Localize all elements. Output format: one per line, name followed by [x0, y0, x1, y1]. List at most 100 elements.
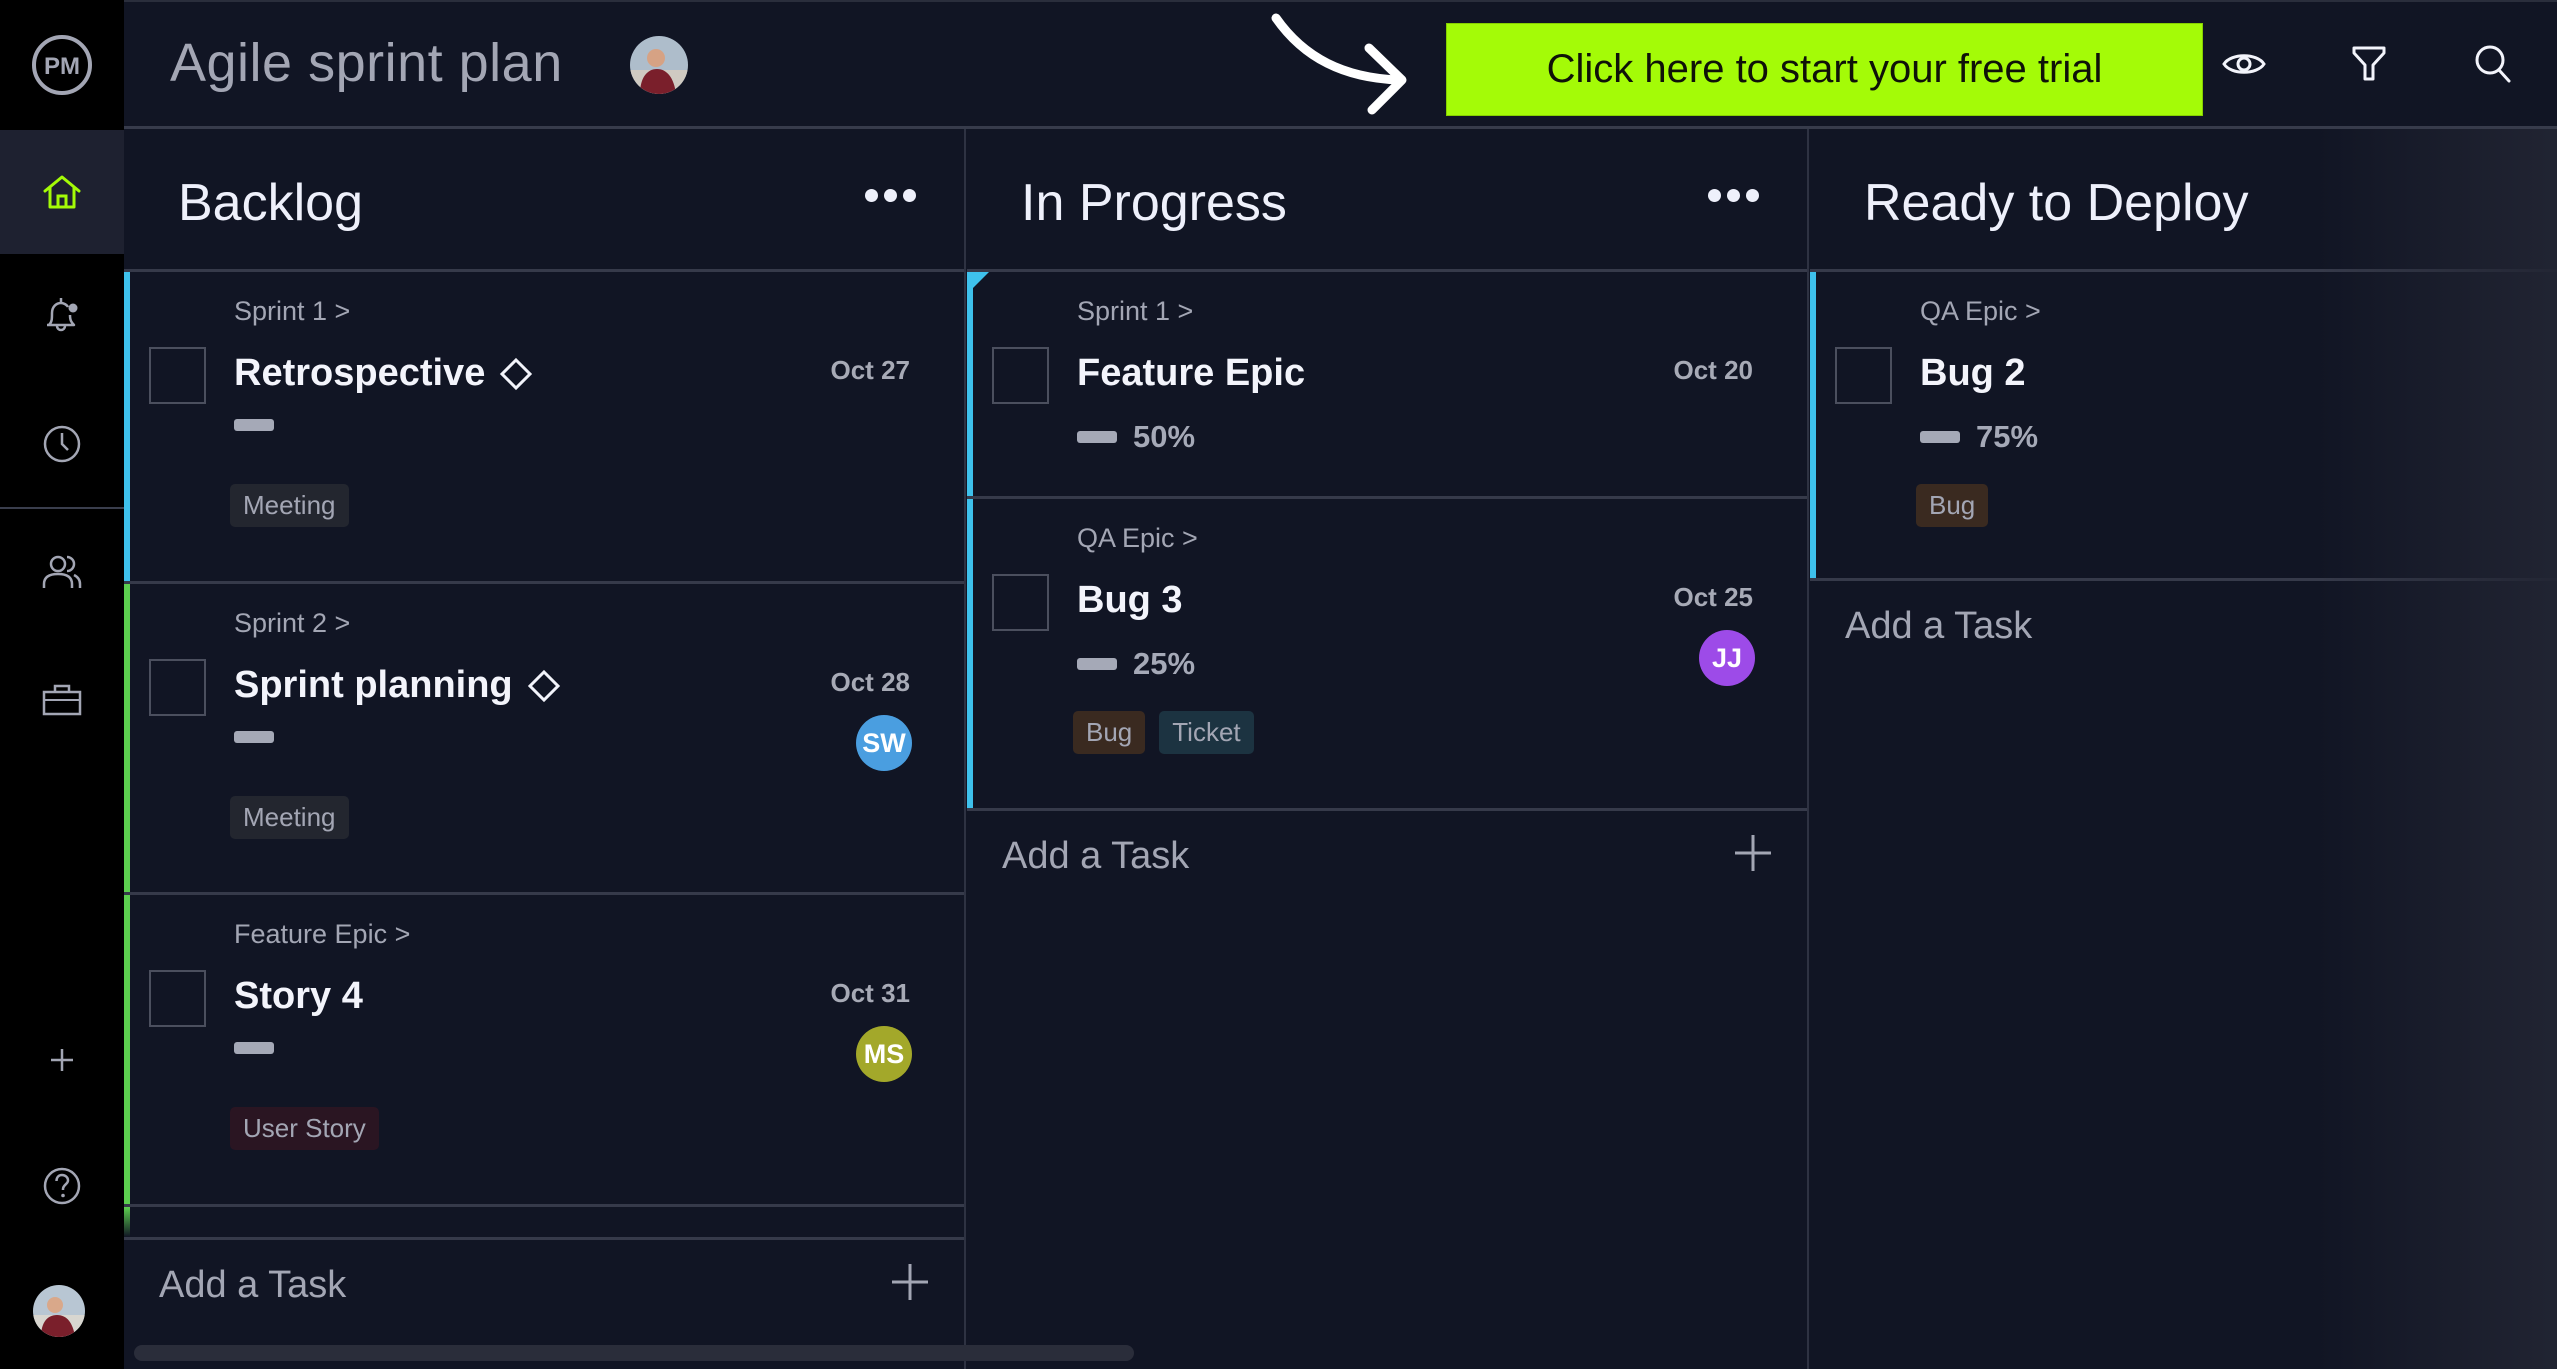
more-dot-icon — [865, 189, 878, 202]
task-checkbox[interactable] — [992, 574, 1049, 631]
task-progress — [234, 731, 274, 743]
task-checkbox[interactable] — [149, 659, 206, 716]
progress-percent: 75% — [1976, 419, 2039, 454]
filter-button[interactable] — [2345, 40, 2393, 88]
task-title: Feature Epic — [1077, 352, 1306, 394]
task-progress: 50% — [1077, 419, 1195, 455]
filter-icon — [2352, 46, 2386, 81]
assignee-avatar[interactable]: JJ — [1699, 630, 1755, 686]
task-breadcrumb[interactable]: QA Epic > — [1077, 523, 1198, 554]
user-avatar[interactable] — [33, 1285, 85, 1337]
add-task-label[interactable]: Add a Task — [1002, 835, 1189, 878]
task-breadcrumb[interactable]: Sprint 2 > — [234, 608, 350, 639]
column-menu-button[interactable] — [1708, 189, 1759, 202]
task-title-row: Story 4 — [234, 975, 363, 1018]
task-card[interactable]: Feature Epic > Story 4 Oct 31 MS User St… — [124, 895, 964, 1207]
more-dot-icon — [1746, 189, 1759, 202]
selected-corner-marker — [967, 272, 989, 294]
progress-percent: 50% — [1133, 419, 1196, 454]
task-tags: Meeting — [230, 796, 349, 839]
home-icon — [43, 175, 81, 209]
logo[interactable]: PM — [0, 0, 124, 129]
sidebar-item-timesheets[interactable] — [0, 382, 124, 506]
status-stripe — [124, 1207, 130, 1237]
plus-icon[interactable] — [1733, 833, 1773, 873]
tag-ticket[interactable]: Ticket — [1159, 711, 1254, 754]
user-avatar-photo — [33, 1285, 85, 1337]
progress-bar — [1077, 658, 1117, 670]
task-due-date: Oct 20 — [1673, 355, 1754, 385]
task-title: Bug 3 — [1077, 579, 1183, 621]
task-title: Bug 2 — [1920, 352, 2026, 394]
column-menu-button[interactable] — [865, 189, 916, 202]
add-task-label[interactable]: Add a Task — [1845, 605, 2032, 648]
horizontal-scrollbar[interactable] — [134, 1345, 1134, 1361]
task-card-partial[interactable] — [124, 1207, 964, 1240]
task-card[interactable]: Sprint 1 > Feature Epic Oct 20 50% — [967, 272, 1807, 499]
project-title: Agile sprint plan — [170, 33, 563, 93]
progress-bar — [234, 1042, 274, 1054]
assignee-avatar[interactable]: SW — [856, 715, 912, 771]
sidebar-item-portfolio[interactable] — [0, 638, 124, 762]
column-title: Backlog — [178, 174, 363, 232]
task-card[interactable]: Sprint 1 > Retrospective Oct 27 Meeting — [124, 272, 964, 584]
help-icon — [43, 1167, 81, 1205]
sidebar-item-home[interactable] — [0, 130, 124, 254]
add-task-row[interactable]: Add a Task — [124, 1240, 964, 1330]
plus-icon[interactable] — [890, 1262, 930, 1302]
task-card[interactable]: QA Epic > Bug 2 Oct 75% Bug — [1810, 272, 2557, 581]
tag-bug[interactable]: Bug — [1916, 484, 1989, 527]
sidebar-item-team[interactable] — [0, 510, 124, 634]
task-checkbox[interactable] — [992, 347, 1049, 404]
status-stripe — [124, 272, 130, 581]
assignee-avatar[interactable]: MS — [856, 1026, 912, 1082]
sidebar-item-notifications[interactable] — [0, 254, 124, 378]
task-breadcrumb[interactable]: QA Epic > — [1920, 296, 2041, 327]
task-title-row: Sprint planning — [234, 664, 561, 707]
more-dot-icon — [1727, 189, 1740, 202]
task-title-row: Bug 3 — [1077, 579, 1183, 622]
tag-user-story[interactable]: User Story — [230, 1107, 379, 1150]
task-breadcrumb[interactable]: Sprint 1 > — [1077, 296, 1193, 327]
task-due-date: Oct 27 — [830, 355, 911, 385]
sidebar-item-add[interactable] — [0, 998, 124, 1122]
progress-percent: 25% — [1133, 646, 1196, 681]
more-dot-icon — [903, 189, 916, 202]
view-toggle-button[interactable] — [2220, 40, 2268, 88]
task-card[interactable]: Sprint 2 > Sprint planning Oct 28 SW Mee… — [124, 584, 964, 895]
add-task-label[interactable]: Add a Task — [159, 1264, 346, 1307]
task-checkbox[interactable] — [1835, 347, 1892, 404]
column-ready-to-deploy: Ready to Deploy QA Epic > Bug 2 Oct 75% … — [1810, 129, 2557, 1369]
tag-meeting[interactable]: Meeting — [230, 484, 349, 527]
column-header: Ready to Deploy — [1810, 129, 2557, 272]
milestone-diamond-icon — [527, 669, 560, 702]
task-card[interactable]: QA Epic > Bug 3 Oct 25 JJ 25% Bug Ticket — [967, 499, 1807, 811]
progress-bar — [1920, 431, 1960, 443]
task-title: Retrospective — [234, 352, 486, 394]
task-breadcrumb[interactable]: Sprint 1 > — [234, 296, 350, 327]
more-dot-icon — [884, 189, 897, 202]
task-checkbox[interactable] — [149, 970, 206, 1027]
search-button[interactable] — [2469, 40, 2517, 88]
task-title: Story 4 — [234, 975, 363, 1017]
progress-bar — [1077, 431, 1117, 443]
sidebar-divider — [0, 507, 124, 509]
add-task-row[interactable]: Add a Task — [967, 811, 1807, 901]
column-title: In Progress — [1021, 174, 1287, 232]
task-breadcrumb[interactable]: Feature Epic > — [234, 919, 410, 950]
tag-bug[interactable]: Bug — [1073, 711, 1146, 754]
task-progress: 75% — [1920, 419, 2038, 455]
column-title: Ready to Deploy — [1864, 174, 2249, 232]
task-due-date: Oct 28 — [830, 667, 911, 697]
app-root: PM Agile sprint plan Click here to start… — [0, 0, 2557, 1369]
pm-logo-icon: PM — [32, 34, 92, 95]
sidebar-item-help[interactable] — [0, 1124, 124, 1248]
svg-text:PM: PM — [44, 53, 80, 80]
kanban-board: Backlog Sprint 1 > Retrospective Oct 27 — [124, 129, 2557, 1369]
column-header: Backlog — [124, 129, 964, 272]
task-checkbox[interactable] — [149, 347, 206, 404]
free-trial-button[interactable]: Click here to start your free trial — [1446, 23, 2203, 116]
tag-meeting[interactable]: Meeting — [230, 796, 349, 839]
add-task-row[interactable]: Add a Task — [1810, 581, 2557, 671]
project-owner-avatar[interactable] — [630, 36, 688, 94]
